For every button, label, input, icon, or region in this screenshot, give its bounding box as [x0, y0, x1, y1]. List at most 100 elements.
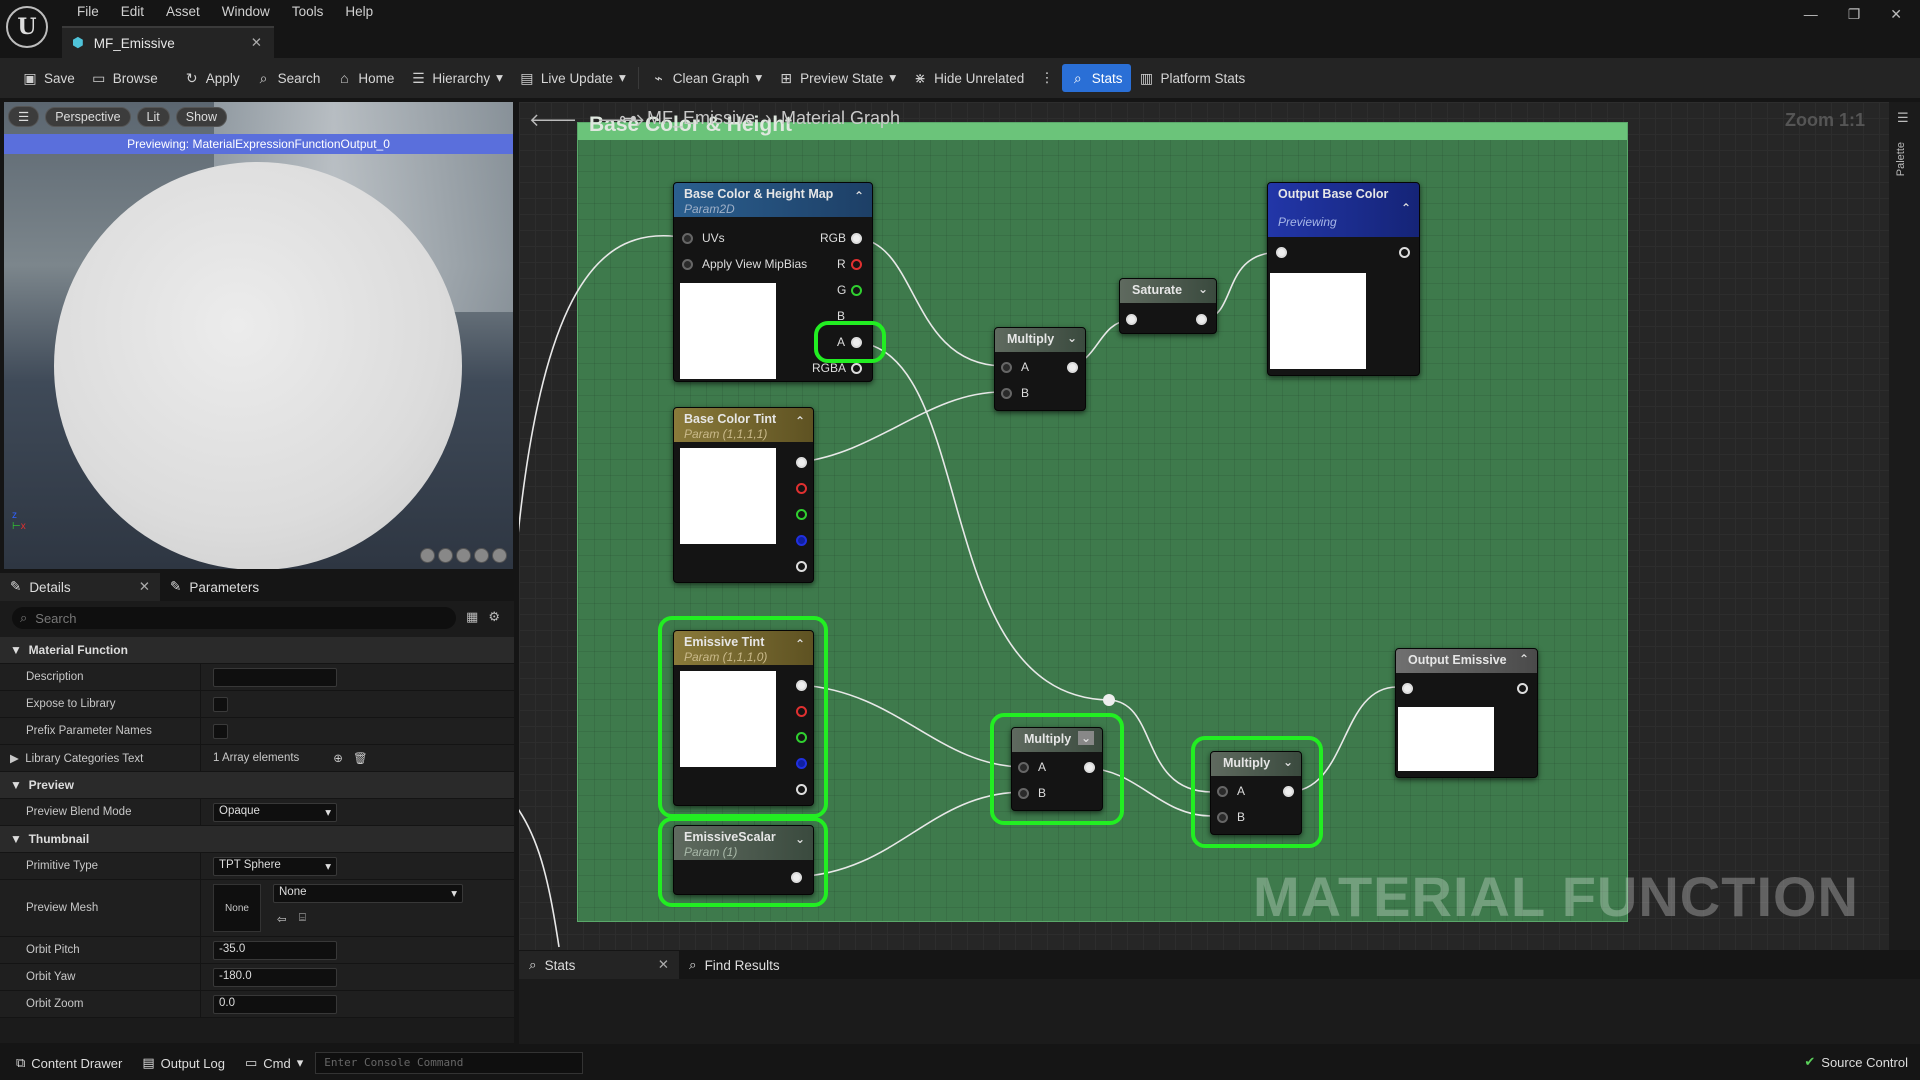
use-selected-icon[interactable]: ⇦: [277, 912, 287, 926]
a-input-pin[interactable]: [1001, 362, 1012, 373]
add-element-icon[interactable]: ⊕: [333, 751, 343, 765]
node-output-base-color[interactable]: Output Base Color Previewing ⌃: [1267, 182, 1420, 376]
source-control-button[interactable]: ✔ Source Control: [1804, 1054, 1908, 1070]
b-input-pin[interactable]: [1001, 388, 1012, 399]
prefix-checkbox[interactable]: [213, 723, 228, 739]
table-view-icon[interactable]: ▦: [466, 609, 478, 625]
collapse-icon[interactable]: ⌃: [1519, 652, 1529, 666]
menu-tools[interactable]: Tools: [281, 3, 335, 21]
details-search-input[interactable]: ⌕ Search: [12, 607, 456, 629]
menu-help[interactable]: Help: [334, 3, 384, 21]
output-pin[interactable]: [1067, 362, 1078, 373]
r-pin[interactable]: [796, 483, 807, 494]
palette-tab[interactable]: Palette: [1895, 142, 1907, 176]
close-window-icon[interactable]: ✕: [1890, 6, 1902, 23]
cube-shape-icon[interactable]: [474, 548, 489, 563]
document-tab[interactable]: ⬢ MF_Emissive ✕: [62, 26, 274, 58]
collapse-icon[interactable]: ⌃: [795, 414, 805, 428]
browse-asset-icon[interactable]: ⌸: [299, 912, 306, 925]
tab-stats[interactable]: ⌕ Stats ✕: [519, 951, 679, 979]
console-input[interactable]: Enter Console Command: [315, 1052, 584, 1074]
menu-asset[interactable]: Asset: [155, 3, 211, 21]
tab-parameters[interactable]: ✎ Parameters: [160, 573, 269, 601]
home-button[interactable]: ⌂ Home: [328, 64, 402, 92]
show-button[interactable]: Show: [175, 106, 228, 127]
r-pin[interactable]: [851, 259, 862, 270]
collapse-icon[interactable]: ⌃: [854, 189, 864, 203]
restore-icon[interactable]: ❐: [1848, 6, 1861, 23]
orbit-pitch-field[interactable]: -35.0: [213, 940, 337, 960]
save-button[interactable]: ▣ Save: [14, 64, 83, 92]
g-pin[interactable]: [796, 509, 807, 520]
node-output-emissive[interactable]: Output Emissive ⌃: [1395, 648, 1538, 778]
output-log-button[interactable]: ▤ Output Log: [134, 1049, 233, 1077]
orbit-zoom-field[interactable]: 0.0: [213, 994, 337, 1014]
preview-mesh-dropdown[interactable]: None ▾: [273, 884, 463, 903]
node-saturate[interactable]: Saturate ⌄: [1119, 278, 1217, 334]
apply-button[interactable]: ↻ Apply: [176, 64, 248, 92]
rgba-pin[interactable]: [851, 363, 862, 374]
close-details-icon[interactable]: ✕: [139, 579, 150, 595]
input-pin[interactable]: [1126, 314, 1137, 325]
section-preview[interactable]: ▼ Preview: [0, 772, 514, 799]
expose-checkbox[interactable]: [213, 696, 228, 712]
blend-mode-dropdown[interactable]: Opaque ▾: [213, 802, 337, 822]
search-button[interactable]: ⌕ Search: [248, 64, 329, 92]
tab-find-results[interactable]: ⌕ Find Results: [679, 951, 790, 979]
a-pin[interactable]: [796, 561, 807, 572]
mipbias-pin[interactable]: [682, 259, 693, 270]
input-pin[interactable]: [1276, 247, 1287, 258]
close-stats-icon[interactable]: ✕: [658, 957, 669, 973]
lit-button[interactable]: Lit: [136, 106, 170, 127]
cmd-dropdown[interactable]: ▭ Cmd ▾: [237, 1049, 311, 1077]
rgb-pin[interactable]: [851, 233, 862, 244]
unreal-logo-icon[interactable]: U: [6, 6, 48, 48]
hierarchy-button[interactable]: ☰ Hierarchy ▾: [402, 64, 511, 92]
close-tab-icon[interactable]: ✕: [251, 35, 262, 51]
hide-unrelated-button[interactable]: ⋇ Hide Unrelated: [904, 64, 1032, 92]
live-update-button[interactable]: ▤ Live Update ▾: [511, 64, 634, 92]
b-pin[interactable]: [796, 535, 807, 546]
settings-gear-icon[interactable]: ⚙: [488, 609, 500, 625]
perspective-button[interactable]: Perspective: [45, 106, 131, 127]
menu-edit[interactable]: Edit: [110, 3, 155, 21]
node-base-color-tint[interactable]: Base Color Tint Param (1,1,1,1) ⌃: [673, 407, 814, 583]
more-options-icon[interactable]: ⋮: [1032, 64, 1062, 92]
output-pin[interactable]: [1399, 247, 1410, 258]
orbit-yaw-field[interactable]: -180.0: [213, 967, 337, 987]
collapse-icon[interactable]: ⌃: [1401, 201, 1411, 215]
expand-arrow-icon[interactable]: ▶: [10, 753, 19, 765]
section-thumbnail[interactable]: ▼ Thumbnail: [0, 826, 514, 853]
output-pin[interactable]: [1196, 314, 1207, 325]
plane-shape-icon[interactable]: [456, 548, 471, 563]
rgb-pin[interactable]: [796, 457, 807, 468]
preview-viewport[interactable]: ☰ Perspective Lit Show Previewing: Mater…: [4, 102, 513, 569]
mesh-thumbnail[interactable]: None: [213, 884, 261, 932]
stats-button[interactable]: ⌕ Stats: [1061, 64, 1131, 92]
preview-state-button[interactable]: ⊞ Preview State ▾: [770, 64, 904, 92]
material-graph-canvas[interactable]: Base Color & Height 🡐 🡒 ⊶ MF_Emissive › …: [519, 102, 1889, 950]
content-drawer-button[interactable]: ⧉ Content Drawer: [8, 1049, 130, 1077]
input-pin[interactable]: [1402, 683, 1413, 694]
primitive-type-dropdown[interactable]: TPT Sphere ▾: [213, 856, 337, 876]
chevron-down-icon[interactable]: ⌄: [1198, 282, 1208, 296]
palette-menu-icon[interactable]: ☰: [1897, 110, 1909, 126]
section-material-function[interactable]: ▼ Material Function: [0, 637, 514, 664]
sphere-shape-icon[interactable]: [420, 548, 435, 563]
reroute-node[interactable]: [1103, 694, 1115, 706]
viewport-menu-icon[interactable]: ☰: [8, 106, 40, 127]
description-field[interactable]: [213, 667, 337, 687]
uvs-pin[interactable]: [682, 233, 693, 244]
clean-graph-button[interactable]: ⌁ Clean Graph ▾: [643, 64, 770, 92]
minimize-icon[interactable]: —: [1804, 6, 1818, 23]
node-multiply-basecolor[interactable]: Multiply ⌄ A B: [994, 327, 1086, 411]
cylinder-shape-icon[interactable]: [438, 548, 453, 563]
menu-file[interactable]: File: [66, 3, 110, 21]
delete-icon[interactable]: 🗑: [353, 751, 368, 765]
chevron-down-icon[interactable]: ⌄: [1067, 331, 1077, 345]
custom-mesh-icon[interactable]: [492, 548, 507, 563]
browse-button[interactable]: ▭ Browse: [83, 64, 166, 92]
tab-details[interactable]: ✎ Details ✕: [0, 573, 160, 601]
g-pin[interactable]: [851, 285, 862, 296]
menu-window[interactable]: Window: [211, 3, 281, 21]
